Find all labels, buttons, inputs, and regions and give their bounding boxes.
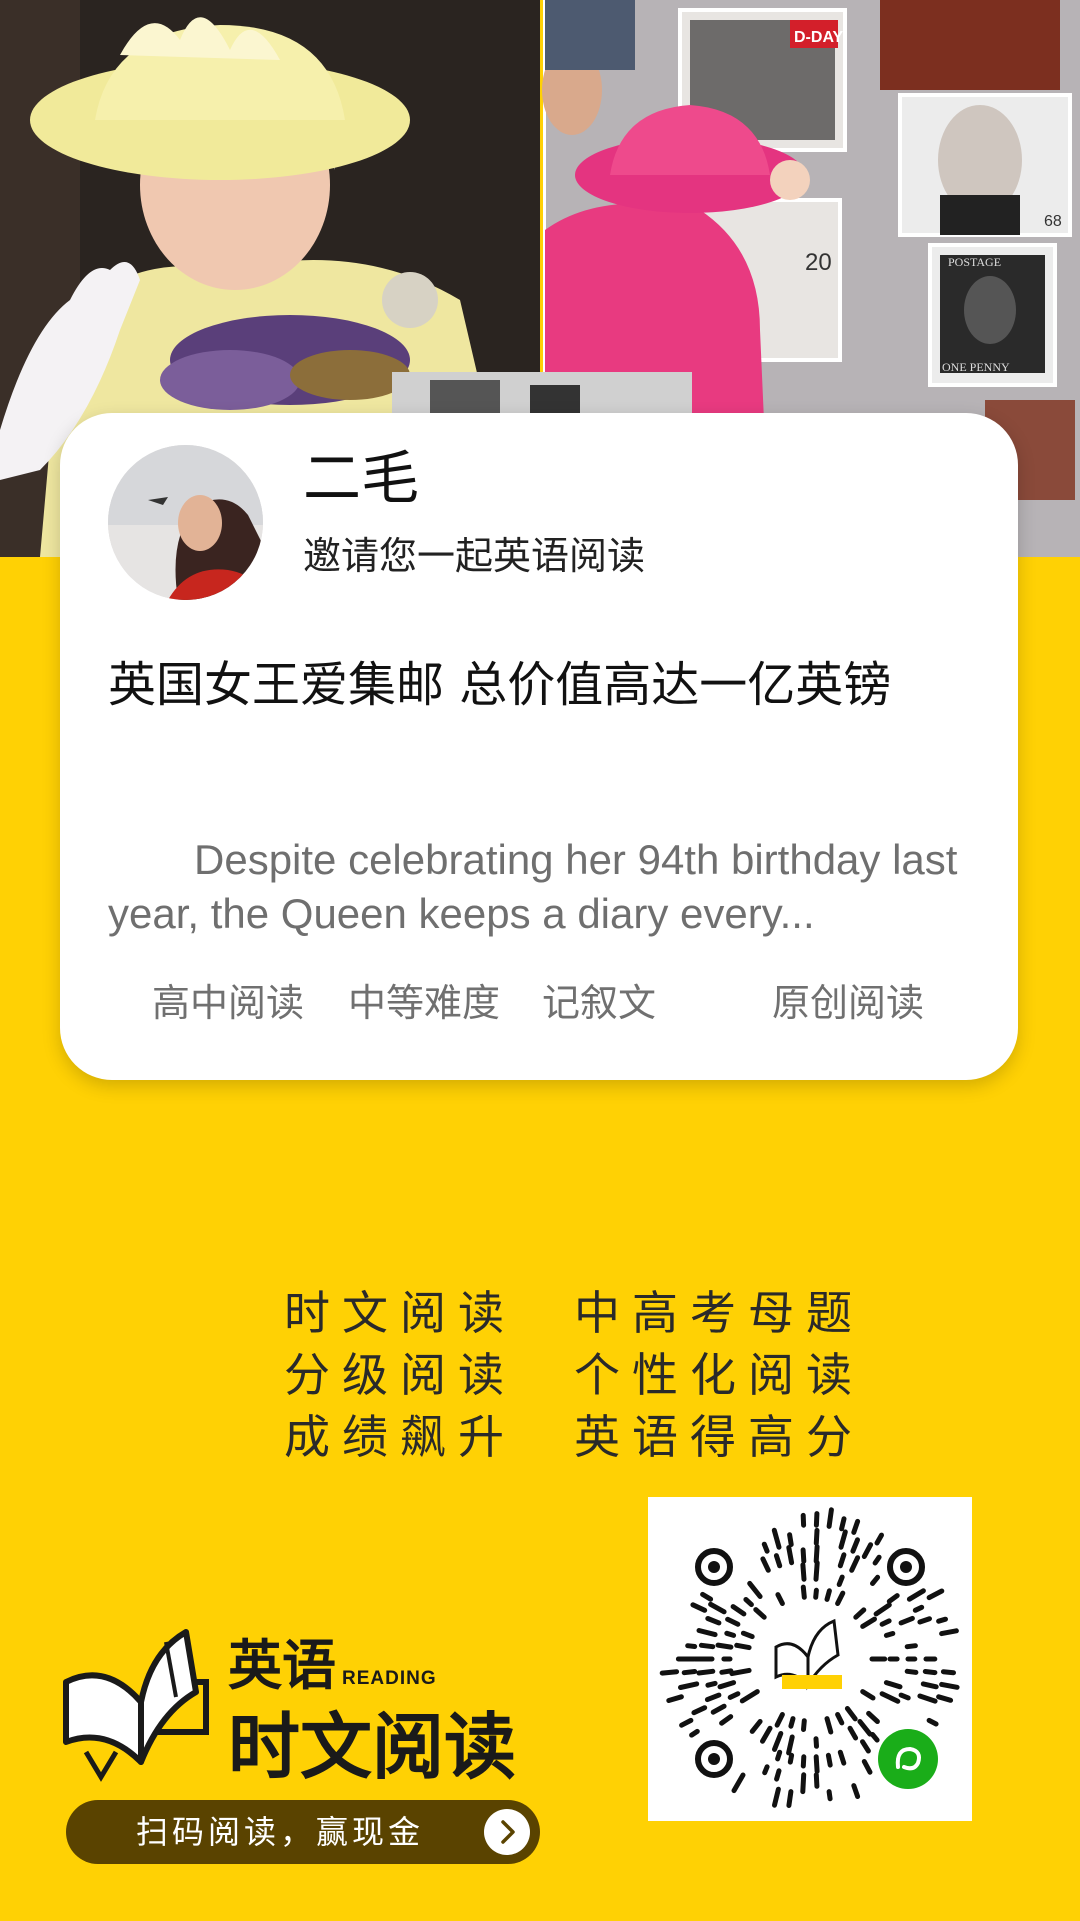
qr-module [729, 1667, 752, 1677]
qr-module [800, 1772, 807, 1795]
qr-module [786, 1734, 795, 1756]
qr-module [786, 1545, 795, 1566]
qr-module [826, 1507, 834, 1529]
scan-read-button[interactable]: 扫码阅读，赢现金 [66, 1800, 540, 1864]
qr-module [837, 1749, 847, 1766]
qr-module [939, 1628, 959, 1637]
brand-reading: READING [342, 1668, 437, 1689]
qr-module [715, 1642, 734, 1650]
qr-module [659, 1669, 680, 1676]
tag-level: 高中阅读 [152, 981, 305, 1025]
qr-module [724, 1630, 737, 1638]
qr-module [837, 1552, 847, 1569]
slogan-line-2: 分级阅读 个性化阅读 [284, 1348, 864, 1402]
qr-module [870, 1732, 880, 1743]
qr-module [787, 1532, 794, 1547]
qr-module [813, 1587, 819, 1600]
qr-module [936, 1616, 948, 1624]
qr-module [813, 1560, 820, 1582]
qr-module [917, 1616, 932, 1625]
brand-logo: 英语 READING 时文阅读 [56, 1622, 536, 1789]
qr-module [939, 1681, 960, 1690]
brand-title-main: 时文阅读 [228, 1705, 517, 1789]
qr-module [813, 1544, 820, 1564]
qr-module [883, 1631, 896, 1638]
qr-module [920, 1681, 939, 1690]
qr-module [801, 1718, 807, 1732]
qr-module [813, 1511, 820, 1528]
dday-stamp-label: D-DAY [794, 29, 844, 46]
qr-module [696, 1668, 716, 1676]
qr-module [800, 1547, 807, 1564]
qr-module [762, 1764, 770, 1776]
slogan: 时文阅读 中高考母题 分级阅读 个性化阅读 成绩飙升 英语得高分 [284, 1282, 864, 1468]
invite-card[interactable]: 二毛 邀请您一起英语阅读 英国女王爱集邮 总价值高达一亿英镑 Despite c… [60, 413, 1018, 1080]
slogan-line-1: 时文阅读 中高考母题 [284, 1286, 864, 1340]
qr-module [836, 1574, 845, 1587]
avatar [108, 445, 263, 600]
stamp-postage-label: POSTAGE [948, 255, 1001, 269]
qr-module [740, 1630, 755, 1640]
qr-module [813, 1736, 819, 1749]
qr-module [685, 1643, 698, 1649]
username: 二毛 [303, 444, 420, 512]
qr-module [678, 1681, 700, 1690]
qr-module [825, 1752, 833, 1768]
qr-module [786, 1789, 794, 1808]
chevron-right-icon [484, 1809, 530, 1855]
qr-module [775, 1749, 783, 1762]
qr-module [800, 1562, 807, 1582]
qr-module [813, 1527, 820, 1546]
qr-module [800, 1754, 807, 1769]
stamp-20-label: 20 [805, 249, 832, 276]
article-excerpt: Despite celebrating her 94th birthday la… [108, 836, 958, 937]
qr-module [698, 1642, 716, 1650]
qr-module [788, 1716, 796, 1729]
qr-module [761, 1541, 770, 1554]
qr-module [705, 1680, 718, 1688]
qr-module [940, 1669, 956, 1676]
qr-module [926, 1717, 939, 1727]
slogan-line-3: 成绩飙升 英语得高分 [284, 1410, 864, 1464]
qr-module [727, 1691, 741, 1700]
open-book-icon [63, 1629, 209, 1782]
qr-module [813, 1754, 820, 1774]
stamp-68-label: 68 [1044, 213, 1062, 230]
qr-module [719, 1668, 734, 1675]
tag-source: 原创阅读 [772, 981, 925, 1025]
invite-text: 邀请您一起英语阅读 [303, 534, 646, 578]
qr-module [898, 1692, 911, 1701]
qr-module [800, 1584, 807, 1600]
qr-module [681, 1669, 698, 1676]
qr-module [787, 1752, 795, 1765]
scan-read-label: 扫码阅读，赢现金 [136, 1813, 425, 1851]
qr-module [813, 1772, 820, 1789]
stamp-onepenny-label: ONE PENNY [942, 360, 1010, 374]
article-title[interactable]: 英国女王爱集邮 总价值高达一亿英镑 [108, 653, 891, 717]
miniprogram-qr-code[interactable] [648, 1497, 972, 1821]
qr-module [904, 1643, 918, 1650]
wechat-miniprogram-icon [878, 1729, 938, 1789]
qr-module [824, 1588, 832, 1602]
qr-module [773, 1553, 783, 1569]
qr-module [734, 1642, 752, 1651]
qr-module [774, 1768, 782, 1782]
qr-module [912, 1604, 925, 1613]
qr-module [904, 1668, 919, 1675]
qr-module [666, 1694, 684, 1703]
qr-module [922, 1669, 938, 1676]
tag-genre: 记叙文 [542, 981, 657, 1025]
qr-module [839, 1516, 847, 1532]
brand-title-top: 英语 [228, 1634, 336, 1697]
tag-difficulty: 中等难度 [348, 981, 501, 1025]
qr-module [826, 1789, 833, 1802]
qr-module [872, 1554, 882, 1566]
qr-module [936, 1694, 954, 1703]
qr-module [879, 1618, 892, 1627]
qr-module [689, 1728, 700, 1738]
